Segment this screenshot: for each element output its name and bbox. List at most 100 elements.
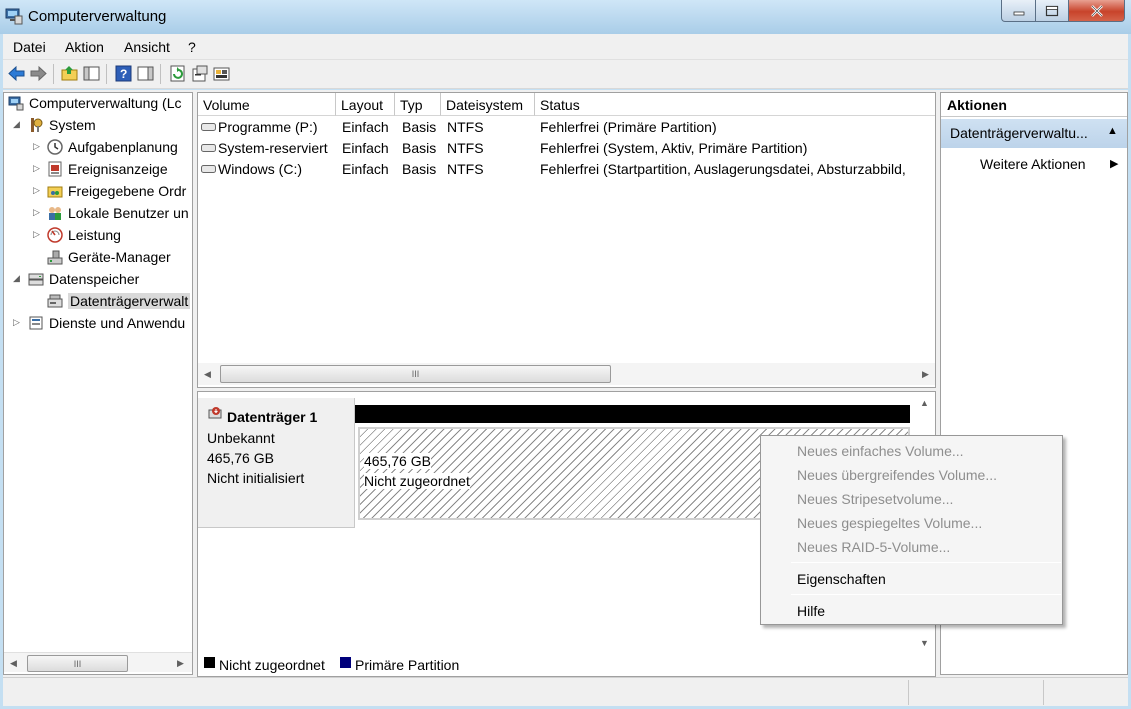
- disk-info-panel[interactable]: Datenträger 1 Unbekannt 465,76 GB Nicht …: [198, 398, 355, 528]
- tree-item-performance[interactable]: ▷ Leistung: [8, 226, 192, 246]
- tree-item-root[interactable]: Computerverwaltung (Lc: [8, 94, 192, 114]
- column-header-type[interactable]: Typ: [395, 93, 441, 116]
- minimize-button[interactable]: [1001, 0, 1036, 22]
- collapsed-arrow-icon[interactable]: ▷: [13, 317, 23, 328]
- volume-list: Volume Layout Typ Dateisystem Status Pro…: [197, 92, 936, 388]
- actions-section-label: Datenträgerverwaltu...: [950, 125, 1088, 141]
- tree-item-system[interactable]: ◢ System: [8, 116, 192, 136]
- svg-text:?: ?: [120, 67, 127, 81]
- menu-properties[interactable]: Eigenschaften: [797, 571, 886, 587]
- menu-new-raid5-volume[interactable]: Neues RAID-5-Volume...: [797, 539, 950, 555]
- more-actions-label: Weitere Aktionen: [980, 156, 1086, 172]
- tree-label: Lokale Benutzer un: [68, 205, 189, 221]
- show-hide-tree-icon[interactable]: [83, 65, 100, 82]
- volume-type: Basis: [402, 161, 437, 177]
- tree-label: Computerverwaltung (Lc: [29, 95, 182, 111]
- storage-icon: [28, 273, 44, 286]
- show-hide-action-pane-icon[interactable]: [137, 65, 154, 82]
- table-row[interactable]: System-reserviert Einfach Basis NTFS Feh…: [198, 138, 935, 159]
- column-header-filesystem[interactable]: Dateisystem: [441, 93, 535, 116]
- actions-header: Aktionen: [941, 93, 1127, 117]
- scroll-down-icon[interactable]: ▼: [920, 638, 929, 648]
- computer-management-icon: [5, 8, 23, 25]
- volume-type: Basis: [402, 140, 437, 156]
- back-arrow-icon[interactable]: [8, 65, 25, 82]
- tree-label: Leistung: [68, 227, 121, 243]
- volume-list-horizontal-scrollbar[interactable]: ◀ III ▶: [198, 363, 935, 385]
- menu-help[interactable]: ?: [188, 39, 196, 55]
- table-row[interactable]: Programme (P:) Einfach Basis NTFS Fehler…: [198, 117, 935, 138]
- scroll-thumb[interactable]: III: [27, 655, 128, 672]
- scroll-left-icon[interactable]: ◀: [204, 369, 211, 380]
- disk-settings-icon[interactable]: [213, 65, 230, 82]
- tree-item-local-users[interactable]: ▷ Lokale Benutzer un: [8, 204, 192, 224]
- status-bar: [3, 677, 1128, 706]
- disk-name: Datenträger 1: [227, 409, 318, 425]
- maximize-icon: [1045, 5, 1059, 16]
- disk-state: Nicht initialisiert: [207, 470, 305, 486]
- menu-new-simple-volume[interactable]: Neues einfaches Volume...: [797, 443, 964, 459]
- more-actions-item[interactable]: Weitere Aktionen: [980, 156, 1086, 172]
- volume-filesystem: NTFS: [447, 119, 484, 135]
- maximize-button[interactable]: [1036, 0, 1069, 22]
- tree-item-event-viewer[interactable]: ▷ Ereignisanzeige: [8, 160, 192, 180]
- volume-name: System-reserviert: [218, 140, 328, 156]
- window-title: Computerverwaltung: [28, 8, 167, 25]
- refresh-icon[interactable]: [169, 65, 186, 82]
- actions-section-disk-management[interactable]: Datenträgerverwaltu... ▲: [941, 119, 1127, 148]
- volume-name: Programme (P:): [218, 119, 318, 135]
- properties-icon[interactable]: [191, 65, 208, 82]
- clock-icon: [47, 139, 63, 155]
- up-folder-icon[interactable]: [61, 65, 78, 82]
- volume-layout: Einfach: [342, 140, 389, 156]
- volume-type: Basis: [402, 119, 437, 135]
- menu-new-spanned-volume[interactable]: Neues übergreifendes Volume...: [797, 467, 997, 483]
- column-header-layout[interactable]: Layout: [336, 93, 395, 116]
- forward-arrow-icon[interactable]: [30, 65, 47, 82]
- device-manager-icon: [47, 250, 63, 265]
- toolbar: ?: [3, 60, 1128, 89]
- tree-item-device-manager[interactable]: Geräte-Manager: [8, 248, 192, 268]
- scroll-thumb[interactable]: III: [220, 365, 611, 383]
- tree-item-services[interactable]: ▷ Dienste und Anwendu: [8, 314, 192, 334]
- close-button[interactable]: [1069, 0, 1125, 22]
- collapsed-arrow-icon[interactable]: ▷: [33, 141, 43, 152]
- menu-new-striped-volume[interactable]: Neues Stripesetvolume...: [797, 491, 953, 507]
- menu-new-mirrored-volume[interactable]: Neues gespiegeltes Volume...: [797, 515, 982, 531]
- tree-horizontal-scrollbar[interactable]: ◀ III ▶: [4, 652, 192, 672]
- tree-item-shared-folders[interactable]: ▷ Freigegebene Ordr: [8, 182, 192, 202]
- collapse-up-icon[interactable]: ▲: [1107, 125, 1118, 137]
- expanded-arrow-icon[interactable]: ◢: [13, 119, 23, 130]
- volume-status: Fehlerfrei (Startpartition, Auslagerungs…: [540, 161, 906, 177]
- volume-icon: [201, 144, 216, 152]
- menu-aktion[interactable]: Aktion: [65, 39, 104, 55]
- legend-label-unallocated: Nicht zugeordnet: [219, 657, 325, 673]
- collapsed-arrow-icon[interactable]: ▷: [33, 229, 43, 240]
- help-icon[interactable]: ?: [115, 65, 132, 82]
- scroll-right-icon[interactable]: ▶: [922, 369, 929, 380]
- scroll-right-icon[interactable]: ▶: [177, 658, 184, 669]
- tree-item-disk-management[interactable]: Datenträgerverwalt: [8, 292, 192, 312]
- collapsed-arrow-icon[interactable]: ▷: [33, 185, 43, 196]
- volume-icon: [201, 165, 216, 173]
- tree-item-task-scheduler[interactable]: ▷ Aufgabenplanung: [8, 138, 192, 158]
- shared-folder-icon: [47, 186, 63, 198]
- context-menu: Neues einfaches Volume... Neues übergrei…: [760, 435, 1063, 625]
- tree-item-storage[interactable]: ◢ Datenspeicher: [8, 270, 192, 290]
- disk-size: 465,76 GB: [207, 450, 274, 466]
- tree-label: Ereignisanzeige: [68, 161, 168, 177]
- scroll-up-icon[interactable]: ▲: [920, 398, 929, 408]
- collapsed-arrow-icon[interactable]: ▷: [33, 207, 43, 218]
- table-row[interactable]: Windows (C:) Einfach Basis NTFS Fehlerfr…: [198, 159, 935, 180]
- column-header-volume[interactable]: Volume: [198, 93, 336, 116]
- menu-datei[interactable]: Datei: [13, 39, 46, 55]
- column-header-status[interactable]: Status: [535, 93, 935, 116]
- collapsed-arrow-icon[interactable]: ▷: [33, 163, 43, 174]
- menu-help-item[interactable]: Hilfe: [797, 603, 825, 619]
- scroll-left-icon[interactable]: ◀: [10, 658, 17, 669]
- menu-bar: Datei Aktion Ansicht ?: [3, 34, 1128, 60]
- minimize-icon: [1013, 11, 1024, 15]
- volume-filesystem: NTFS: [447, 161, 484, 177]
- menu-ansicht[interactable]: Ansicht: [124, 39, 170, 55]
- expanded-arrow-icon[interactable]: ◢: [13, 273, 23, 284]
